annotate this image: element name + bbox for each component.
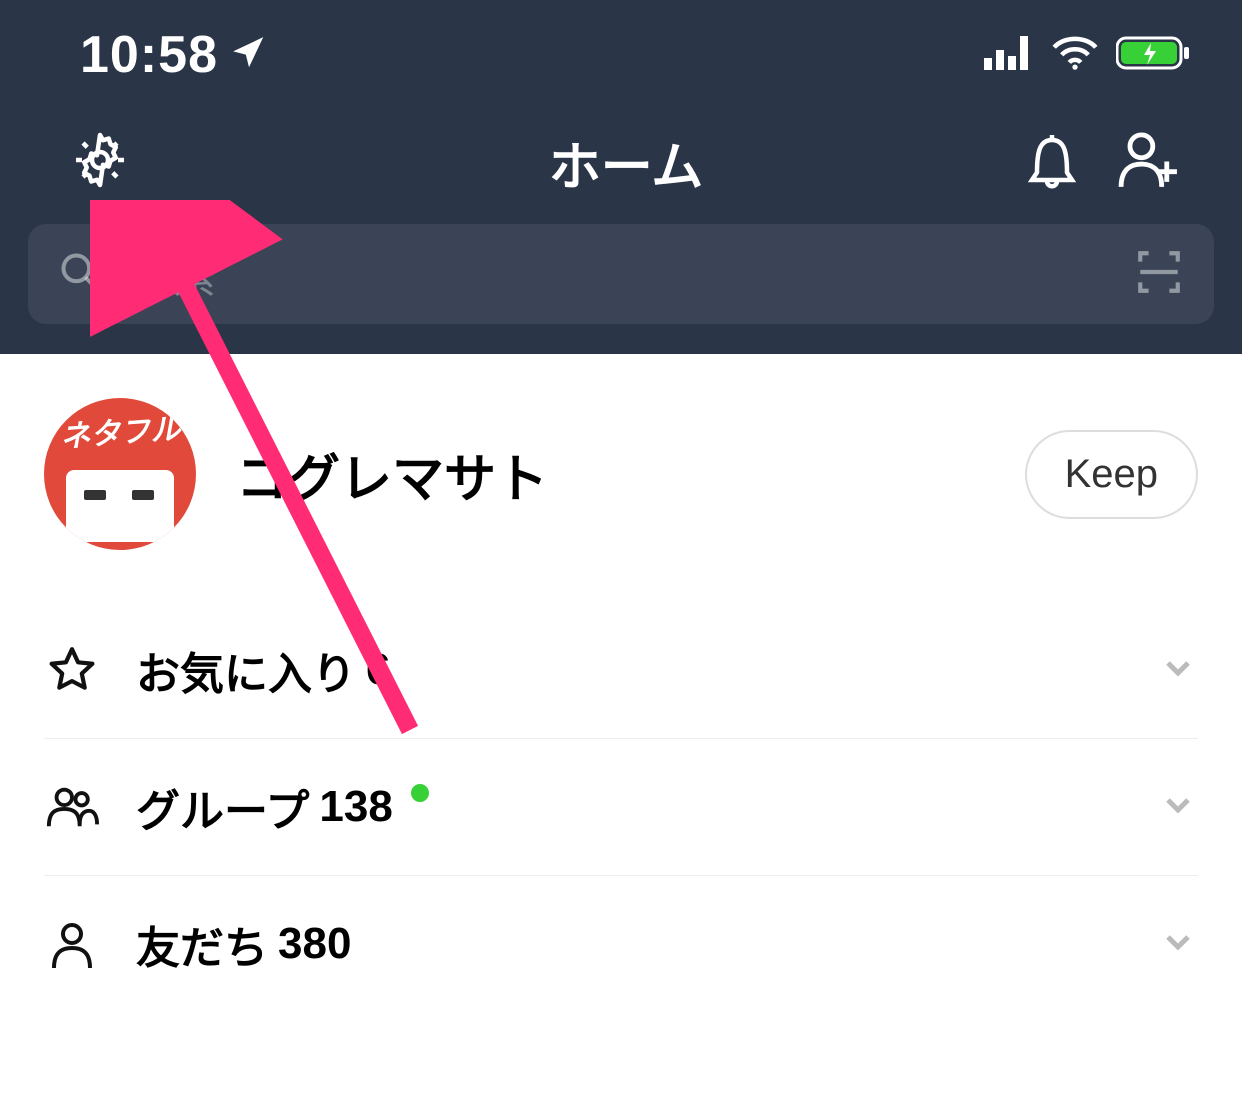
search-placeholder: 検索 [128, 242, 1108, 306]
add-friend-icon[interactable] [1116, 126, 1182, 199]
section-label: 友だち [136, 912, 268, 976]
section-label: お気に入り [136, 638, 356, 702]
search-input[interactable]: 検索 [28, 224, 1214, 324]
profile-name: コグレマサト [236, 437, 985, 512]
cellular-signal-icon [984, 36, 1034, 75]
keep-button[interactable]: Keep [1025, 430, 1198, 519]
status-time: 10:58 [80, 25, 218, 85]
chevron-down-icon [1158, 785, 1198, 830]
section-friends[interactable]: 友だち 380 [44, 875, 1198, 1012]
star-icon [44, 645, 100, 695]
section-groups[interactable]: グループ 138 [44, 738, 1198, 875]
content: ネタフル コグレマサト Keep お気に入り 6 [0, 354, 1242, 1012]
status-bar: 10:58 [0, 0, 1242, 100]
profile-row[interactable]: ネタフル コグレマサト Keep [44, 354, 1198, 602]
chevron-down-icon [1158, 648, 1198, 693]
bell-icon[interactable] [1022, 126, 1082, 199]
notification-dot-icon [411, 784, 429, 802]
settings-icon[interactable] [70, 130, 130, 195]
section-favorites[interactable]: お気に入り 6 [44, 602, 1198, 738]
qr-scan-icon[interactable] [1134, 247, 1184, 302]
status-right [984, 35, 1192, 76]
search-icon [58, 250, 102, 299]
search-container: 検索 [0, 224, 1242, 354]
section-count: 6 [366, 645, 390, 695]
person-icon [44, 918, 100, 970]
nav-bar: ホーム [0, 100, 1242, 224]
avatar[interactable]: ネタフル [44, 398, 196, 550]
location-arrow-icon [230, 34, 268, 77]
status-left: 10:58 [80, 25, 268, 85]
page-title: ホーム [250, 125, 1002, 200]
section-count: 380 [278, 919, 351, 969]
section-count: 138 [319, 782, 392, 832]
section-label: グループ [136, 775, 309, 839]
app-header: 10:58 [0, 0, 1242, 354]
battery-charging-icon [1116, 35, 1192, 76]
group-icon [44, 783, 100, 831]
section-list: お気に入り 6 グループ 138 [44, 602, 1198, 1012]
wifi-icon [1052, 36, 1098, 75]
chevron-down-icon [1158, 922, 1198, 967]
avatar-label: ネタフル [44, 403, 196, 457]
